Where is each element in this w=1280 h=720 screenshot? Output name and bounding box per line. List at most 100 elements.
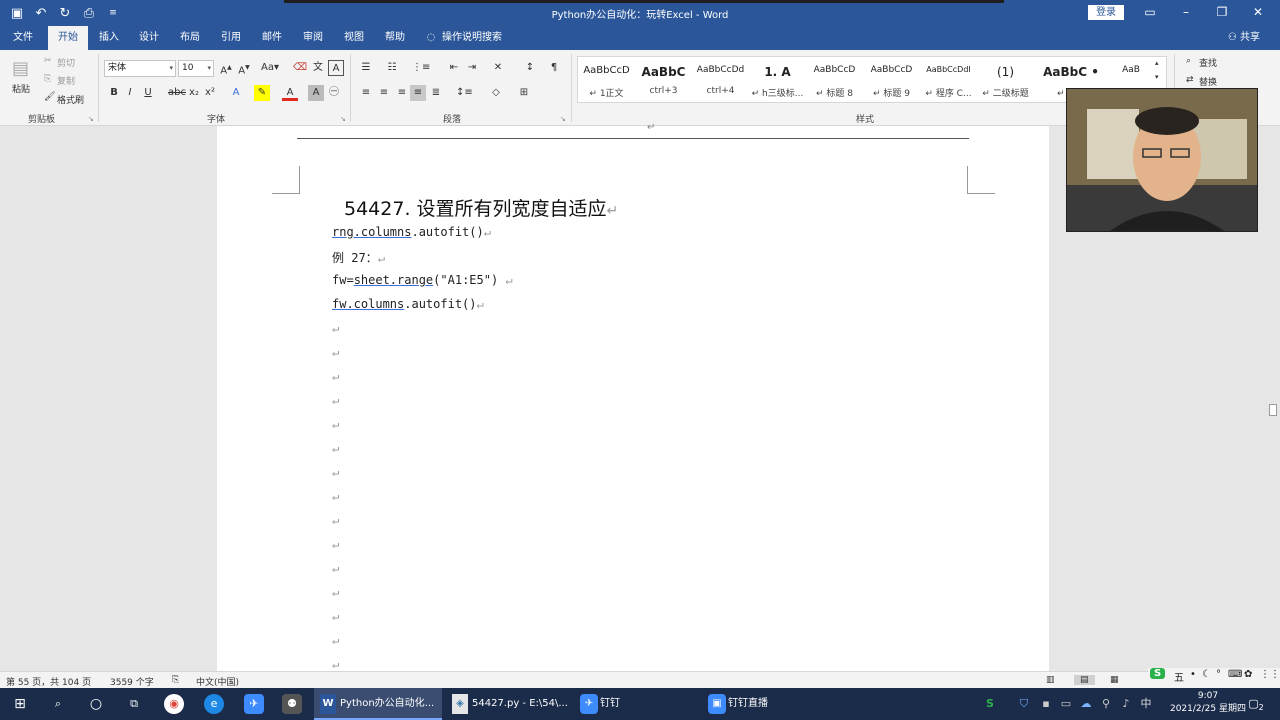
app-tray-icon[interactable]: ▪ <box>1036 694 1056 714</box>
dialog-launcher-icon[interactable]: ↘ <box>560 115 566 123</box>
enclose-characters-icon[interactable]: ㊀ <box>326 85 342 101</box>
tab-insert[interactable]: 插入 <box>90 26 128 50</box>
text-effects-icon[interactable]: A <box>228 85 244 101</box>
shading-icon[interactable]: ◇ <box>488 85 504 101</box>
empty-paragraph-mark[interactable]: ↵ <box>332 489 339 503</box>
tell-me-search[interactable]: 操作说明搜索 <box>442 26 512 50</box>
network-icon[interactable]: ⚲ <box>1096 694 1116 714</box>
taskbar-app-dingtalk-live[interactable]: ▣ 钉钉直播 <box>702 688 828 720</box>
character-shading-icon[interactable]: A <box>308 85 324 101</box>
web-layout-icon[interactable]: ▦ <box>1110 675 1119 685</box>
bold-icon[interactable]: B <box>106 85 122 101</box>
skin-icon[interactable]: ✿ <box>1244 669 1252 680</box>
tab-design[interactable]: 设计 <box>130 26 168 50</box>
gallery-up-icon[interactable]: ▴ <box>1155 59 1159 67</box>
taskbar-app-python[interactable]: ◈ 54427.py - E:\54\... <box>446 688 570 720</box>
system-clock[interactable]: 9:07 2021/2/25 星期四 <box>1170 690 1246 716</box>
find-icon[interactable]: ⌕ <box>1186 56 1191 66</box>
grid-icon[interactable]: ⋮⋮ <box>1260 669 1280 680</box>
tab-references[interactable]: 引用 <box>212 26 250 50</box>
numbering-icon[interactable]: ☷ <box>384 60 400 76</box>
justify-icon[interactable]: ≡ <box>410 85 426 101</box>
empty-paragraph-mark[interactable]: ↵ <box>332 393 339 407</box>
vertical-scrollbar[interactable] <box>1266 126 1280 671</box>
format-painter-button[interactable]: 格式刷 <box>57 93 84 106</box>
code-line[interactable]: rng.columns.autofit()↵ <box>332 225 491 239</box>
font-color-icon[interactable]: A <box>282 85 298 101</box>
taskbar-app-dingtalk[interactable]: ✈ 钉钉 <box>574 688 700 720</box>
borders-icon[interactable]: ⊞ <box>516 85 532 101</box>
bullets-icon[interactable]: ☰ <box>358 60 374 76</box>
tab-mailings[interactable]: 邮件 <box>253 26 291 50</box>
maximize-icon[interactable]: ❐ <box>1204 3 1240 21</box>
empty-paragraph-mark[interactable]: ↵ <box>332 321 339 335</box>
chrome-icon[interactable]: ◉ <box>164 694 184 714</box>
increase-indent-icon[interactable]: ⇥ <box>464 60 480 76</box>
dialog-launcher-icon[interactable]: ↘ <box>340 115 346 123</box>
empty-paragraph-mark[interactable]: ↵ <box>332 585 339 599</box>
scrollbar-thumb[interactable] <box>1269 404 1277 416</box>
tab-review[interactable]: 审阅 <box>294 26 332 50</box>
phonetic-guide-icon[interactable]: 文 <box>310 60 326 76</box>
cut-icon[interactable]: ✂ <box>44 56 52 66</box>
style-item[interactable]: AaBbC ctrl+3 <box>635 57 692 102</box>
style-item[interactable]: AaBbCcD ↵ 1正文 <box>578 57 635 102</box>
align-center-icon[interactable]: ≡ <box>376 85 392 101</box>
document-heading[interactable]: 54427. 设置所有列宽度自适应↵ <box>344 194 618 221</box>
tab-layout[interactable]: 布局 <box>171 26 209 50</box>
empty-paragraph-mark[interactable]: ↵ <box>332 465 339 479</box>
paste-icon[interactable]: ▤ <box>12 58 29 79</box>
code-line[interactable]: fw=sheet.range("A1:E5") ↵ <box>332 273 513 287</box>
code-line[interactable]: fw.columns.autofit()↵ <box>332 297 484 311</box>
empty-paragraph-mark[interactable]: ↵ <box>332 345 339 359</box>
proofing-icon[interactable]: ⎘ <box>172 675 179 685</box>
empty-paragraph-mark[interactable]: ↵ <box>332 441 339 455</box>
document-page[interactable]: ↵ 54427. 设置所有列宽度自适应↵ rng.columns.autofit… <box>217 122 1049 671</box>
search-icon[interactable]: ⌕ <box>48 694 68 714</box>
empty-paragraph-mark[interactable]: ↵ <box>332 537 339 551</box>
tab-view[interactable]: 视图 <box>335 26 373 50</box>
replace-button[interactable]: 替换 <box>1199 75 1217 88</box>
copy-button[interactable]: 复制 <box>57 74 75 87</box>
replace-icon[interactable]: ⇄ <box>1186 75 1194 85</box>
decrease-indent-icon[interactable]: ⇤ <box>446 60 462 76</box>
strikethrough-icon[interactable]: abc <box>168 85 186 101</box>
change-case-icon[interactable]: Aa▾ <box>260 60 280 76</box>
copy-icon[interactable]: ⎘ <box>44 74 51 84</box>
login-button[interactable]: 登录 <box>1088 5 1124 20</box>
volume-icon[interactable]: ♪ <box>1116 694 1136 714</box>
align-left-icon[interactable]: ≡ <box>358 85 374 101</box>
sort-icon[interactable]: ↕ <box>522 60 538 76</box>
shield-icon[interactable]: ⛉ <box>1014 694 1034 714</box>
paste-button[interactable]: 粘贴 <box>12 82 30 95</box>
game-icon[interactable]: ⚉ <box>282 694 302 714</box>
print-layout-icon[interactable]: ▤ <box>1074 675 1095 685</box>
font-name-combo[interactable]: 宋体 ▾ <box>104 60 176 77</box>
empty-paragraph-mark[interactable]: ↵ <box>332 369 339 383</box>
style-item[interactable]: AaBbCcD ↵ 标题 9 <box>863 57 920 102</box>
multilevel-list-icon[interactable]: ⋮≡ <box>412 60 430 76</box>
word-count[interactable]: 3559 个字 <box>110 675 154 688</box>
moon-icon[interactable]: ☾ <box>1202 669 1211 680</box>
cloud-icon[interactable]: ☁ <box>1076 694 1096 714</box>
punctuation-icon[interactable]: • <box>1190 669 1196 680</box>
line-spacing-icon[interactable]: ↕≡ <box>456 85 473 101</box>
subscript-icon[interactable]: x₂ <box>186 85 202 101</box>
sogou-tray-icon[interactable]: S <box>980 694 1000 714</box>
font-size-combo[interactable]: 10 ▾ <box>178 60 214 77</box>
page-count[interactable]: 第 55 页，共 104 页 <box>6 675 91 688</box>
character-border-icon[interactable]: A <box>328 60 344 76</box>
style-item[interactable]: AaBbCcD ↵ 标题 8 <box>806 57 863 102</box>
style-item[interactable]: (1) ↵ 二级标题 <box>977 57 1034 102</box>
grow-font-icon[interactable]: A▲ <box>218 60 234 76</box>
italic-icon[interactable]: I <box>122 85 138 101</box>
sogou-icon[interactable]: S <box>1150 668 1166 679</box>
ribbon-display-icon[interactable]: ▭ <box>1132 3 1168 21</box>
minimize-icon[interactable]: – <box>1168 3 1204 21</box>
style-item[interactable]: AaBbCcDd ctrl+4 <box>692 57 749 102</box>
dialog-launcher-icon[interactable]: ↘ <box>88 115 94 123</box>
style-item[interactable]: AaBbCcDdI ↵ 程序 C... <box>920 57 977 102</box>
empty-paragraph-mark[interactable]: ↵ <box>332 513 339 527</box>
shrink-font-icon[interactable]: A▼ <box>236 60 252 76</box>
wubi-icon[interactable]: 五 <box>1174 669 1184 684</box>
